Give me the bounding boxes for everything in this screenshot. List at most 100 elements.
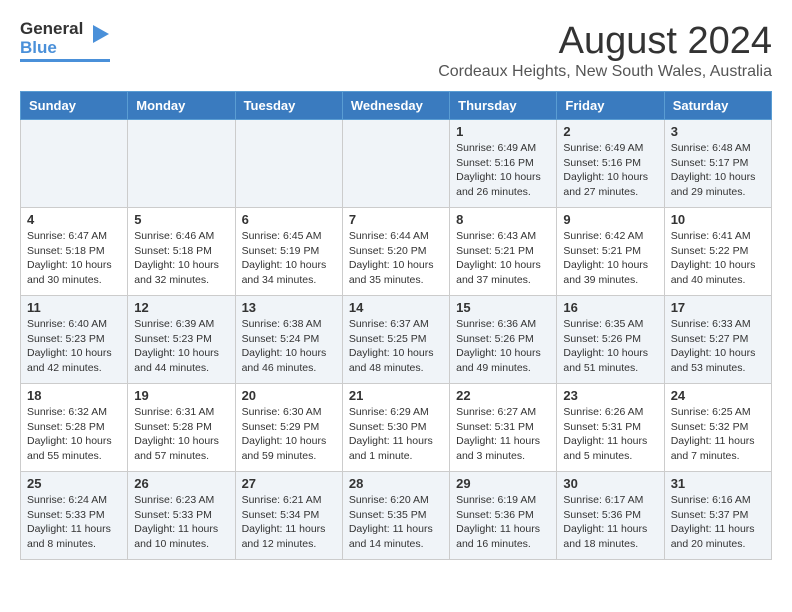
page-subtitle: Cordeaux Heights, New South Wales, Austr…: [438, 63, 772, 81]
cell-info: Sunrise: 6:30 AMSunset: 5:29 PMDaylight:…: [242, 405, 336, 464]
calendar-week-1: 1 Sunrise: 6:49 AMSunset: 5:16 PMDaylight…: [21, 120, 772, 208]
cell-info: Sunrise: 6:27 AMSunset: 5:31 PMDaylight:…: [456, 405, 550, 464]
calendar-cell: 31 Sunrise: 6:16 AMSunset: 5:37 PMDayligh…: [664, 472, 771, 560]
logo: General Blue: [20, 20, 111, 62]
calendar-cell: 13 Sunrise: 6:38 AMSunset: 5:24 PMDayligh…: [235, 296, 342, 384]
cell-info: Sunrise: 6:48 AMSunset: 5:17 PMDaylight:…: [671, 141, 765, 200]
day-number: 1: [456, 124, 550, 139]
cell-info: Sunrise: 6:25 AMSunset: 5:32 PMDaylight:…: [671, 405, 765, 464]
day-number: 11: [27, 300, 121, 315]
cell-info: Sunrise: 6:17 AMSunset: 5:36 PMDaylight:…: [563, 493, 657, 552]
logo-underline: [20, 59, 110, 62]
cell-info: Sunrise: 6:37 AMSunset: 5:25 PMDaylight:…: [349, 317, 443, 376]
day-number: 18: [27, 388, 121, 403]
calendar-cell: 4 Sunrise: 6:47 AMSunset: 5:18 PMDaylight…: [21, 208, 128, 296]
cell-info: Sunrise: 6:16 AMSunset: 5:37 PMDaylight:…: [671, 493, 765, 552]
calendar-cell: [21, 120, 128, 208]
header-tuesday: Tuesday: [235, 92, 342, 120]
calendar-cell: 22 Sunrise: 6:27 AMSunset: 5:31 PMDayligh…: [450, 384, 557, 472]
calendar-cell: 10 Sunrise: 6:41 AMSunset: 5:22 PMDayligh…: [664, 208, 771, 296]
day-number: 10: [671, 212, 765, 227]
cell-info: Sunrise: 6:43 AMSunset: 5:21 PMDaylight:…: [456, 229, 550, 288]
page-header: General Blue August 2024 Cordeaux Height…: [20, 20, 772, 81]
logo-line1: General: [20, 20, 83, 39]
header-wednesday: Wednesday: [342, 92, 449, 120]
cell-info: Sunrise: 6:42 AMSunset: 5:21 PMDaylight:…: [563, 229, 657, 288]
page-title: August 2024: [438, 20, 772, 63]
cell-info: Sunrise: 6:40 AMSunset: 5:23 PMDaylight:…: [27, 317, 121, 376]
calendar-cell: 7 Sunrise: 6:44 AMSunset: 5:20 PMDaylight…: [342, 208, 449, 296]
day-number: 12: [134, 300, 228, 315]
day-number: 27: [242, 476, 336, 491]
calendar-cell: 12 Sunrise: 6:39 AMSunset: 5:23 PMDayligh…: [128, 296, 235, 384]
logo-icon: [89, 23, 111, 45]
day-number: 9: [563, 212, 657, 227]
calendar-cell: 9 Sunrise: 6:42 AMSunset: 5:21 PMDaylight…: [557, 208, 664, 296]
cell-info: Sunrise: 6:45 AMSunset: 5:19 PMDaylight:…: [242, 229, 336, 288]
day-number: 19: [134, 388, 228, 403]
day-number: 30: [563, 476, 657, 491]
cell-info: Sunrise: 6:32 AMSunset: 5:28 PMDaylight:…: [27, 405, 121, 464]
cell-info: Sunrise: 6:33 AMSunset: 5:27 PMDaylight:…: [671, 317, 765, 376]
day-number: 5: [134, 212, 228, 227]
calendar-cell: 28 Sunrise: 6:20 AMSunset: 5:35 PMDayligh…: [342, 472, 449, 560]
calendar-cell: 24Sunrise: 6:25 AMSunset: 5:32 PMDayligh…: [664, 384, 771, 472]
calendar-cell: 27 Sunrise: 6:21 AMSunset: 5:34 PMDayligh…: [235, 472, 342, 560]
cell-info: Sunrise: 6:19 AMSunset: 5:36 PMDaylight:…: [456, 493, 550, 552]
day-number: 4: [27, 212, 121, 227]
cell-info: Sunrise: 6:47 AMSunset: 5:18 PMDaylight:…: [27, 229, 121, 288]
cell-info: Sunrise: 6:20 AMSunset: 5:35 PMDaylight:…: [349, 493, 443, 552]
cell-info: Sunrise: 6:39 AMSunset: 5:23 PMDaylight:…: [134, 317, 228, 376]
cell-info: Sunrise: 6:38 AMSunset: 5:24 PMDaylight:…: [242, 317, 336, 376]
header-saturday: Saturday: [664, 92, 771, 120]
day-number: 7: [349, 212, 443, 227]
day-number: 13: [242, 300, 336, 315]
day-number: 3: [671, 124, 765, 139]
calendar-cell: 5 Sunrise: 6:46 AMSunset: 5:18 PMDaylight…: [128, 208, 235, 296]
calendar-header-row: SundayMondayTuesdayWednesdayThursdayFrid…: [21, 92, 772, 120]
calendar-cell: 21Sunrise: 6:29 AMSunset: 5:30 PMDayligh…: [342, 384, 449, 472]
day-number: 16: [563, 300, 657, 315]
day-number: 2: [563, 124, 657, 139]
calendar-table: SundayMondayTuesdayWednesdayThursdayFrid…: [20, 91, 772, 560]
calendar-cell: 18 Sunrise: 6:32 AMSunset: 5:28 PMDayligh…: [21, 384, 128, 472]
day-number: 26: [134, 476, 228, 491]
day-number: 25: [27, 476, 121, 491]
calendar-cell: 8 Sunrise: 6:43 AMSunset: 5:21 PMDaylight…: [450, 208, 557, 296]
cell-info: Sunrise: 6:31 AMSunset: 5:28 PMDaylight:…: [134, 405, 228, 464]
header-sunday: Sunday: [21, 92, 128, 120]
cell-info: Sunrise: 6:44 AMSunset: 5:20 PMDaylight:…: [349, 229, 443, 288]
calendar-week-5: 25 Sunrise: 6:24 AMSunset: 5:33 PMDayligh…: [21, 472, 772, 560]
cell-info: Sunrise: 6:26 AMSunset: 5:31 PMDaylight:…: [563, 405, 657, 464]
calendar-week-3: 11 Sunrise: 6:40 AMSunset: 5:23 PMDayligh…: [21, 296, 772, 384]
day-number: 31: [671, 476, 765, 491]
calendar-cell: 1 Sunrise: 6:49 AMSunset: 5:16 PMDaylight…: [450, 120, 557, 208]
calendar-cell: 25 Sunrise: 6:24 AMSunset: 5:33 PMDayligh…: [21, 472, 128, 560]
header-monday: Monday: [128, 92, 235, 120]
day-number: 22: [456, 388, 550, 403]
cell-info: Sunrise: 6:49 AMSunset: 5:16 PMDaylight:…: [456, 141, 550, 200]
cell-info: Sunrise: 6:46 AMSunset: 5:18 PMDaylight:…: [134, 229, 228, 288]
day-number: 21: [349, 388, 443, 403]
header-friday: Friday: [557, 92, 664, 120]
calendar-week-2: 4 Sunrise: 6:47 AMSunset: 5:18 PMDaylight…: [21, 208, 772, 296]
day-number: 29: [456, 476, 550, 491]
calendar-cell: [128, 120, 235, 208]
cell-info: Sunrise: 6:21 AMSunset: 5:34 PMDaylight:…: [242, 493, 336, 552]
cell-info: Sunrise: 6:24 AMSunset: 5:33 PMDaylight:…: [27, 493, 121, 552]
day-number: 15: [456, 300, 550, 315]
calendar-cell: 2Sunrise: 6:49 AMSunset: 5:16 PMDaylight…: [557, 120, 664, 208]
calendar-body: 1 Sunrise: 6:49 AMSunset: 5:16 PMDaylight…: [21, 120, 772, 560]
day-number: 14: [349, 300, 443, 315]
title-section: August 2024 Cordeaux Heights, New South …: [438, 20, 772, 81]
day-number: 28: [349, 476, 443, 491]
cell-info: Sunrise: 6:41 AMSunset: 5:22 PMDaylight:…: [671, 229, 765, 288]
day-number: 8: [456, 212, 550, 227]
calendar-cell: 15Sunrise: 6:36 AMSunset: 5:26 PMDayligh…: [450, 296, 557, 384]
calendar-cell: [235, 120, 342, 208]
day-number: 6: [242, 212, 336, 227]
calendar-cell: [342, 120, 449, 208]
calendar-cell: 29 Sunrise: 6:19 AMSunset: 5:36 PMDayligh…: [450, 472, 557, 560]
calendar-cell: 30 Sunrise: 6:17 AMSunset: 5:36 PMDayligh…: [557, 472, 664, 560]
day-number: 20: [242, 388, 336, 403]
